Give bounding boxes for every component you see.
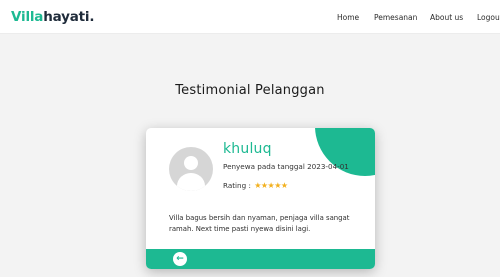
nav-logout[interactable]: Logout	[477, 13, 500, 22]
avatar-body-shape	[177, 173, 205, 191]
rating-stars-icon: ★★★★★	[254, 181, 288, 190]
nav-links: Home Pemesanan About us Logout	[0, 13, 500, 25]
review-text: Villa bagus bersih dan nyaman, penjaga v…	[169, 214, 350, 233]
prev-arrow-icon[interactable]: ←	[173, 252, 187, 266]
section-title: Testimonial Pelanggan	[175, 83, 325, 98]
nav-pemesanan[interactable]: Pemesanan	[374, 13, 417, 22]
reviewer-name: khuluq	[223, 141, 272, 157]
avatar-head-shape	[184, 156, 198, 170]
rating-row: Rating : ★★★★★	[223, 181, 288, 190]
card-footer: ←	[146, 249, 375, 269]
rental-date: Penyewa pada tanggal 2023-04-01	[223, 162, 349, 171]
rating-label: Rating :	[223, 181, 251, 190]
navbar: Villahayati. Home Pemesanan About us Log…	[0, 0, 500, 34]
avatar	[169, 147, 213, 191]
nav-home[interactable]: Home	[337, 13, 359, 22]
nav-about-us[interactable]: About us	[430, 13, 463, 22]
testimonial-card: khuluq Penyewa pada tanggal 2023-04-01 R…	[146, 128, 375, 269]
